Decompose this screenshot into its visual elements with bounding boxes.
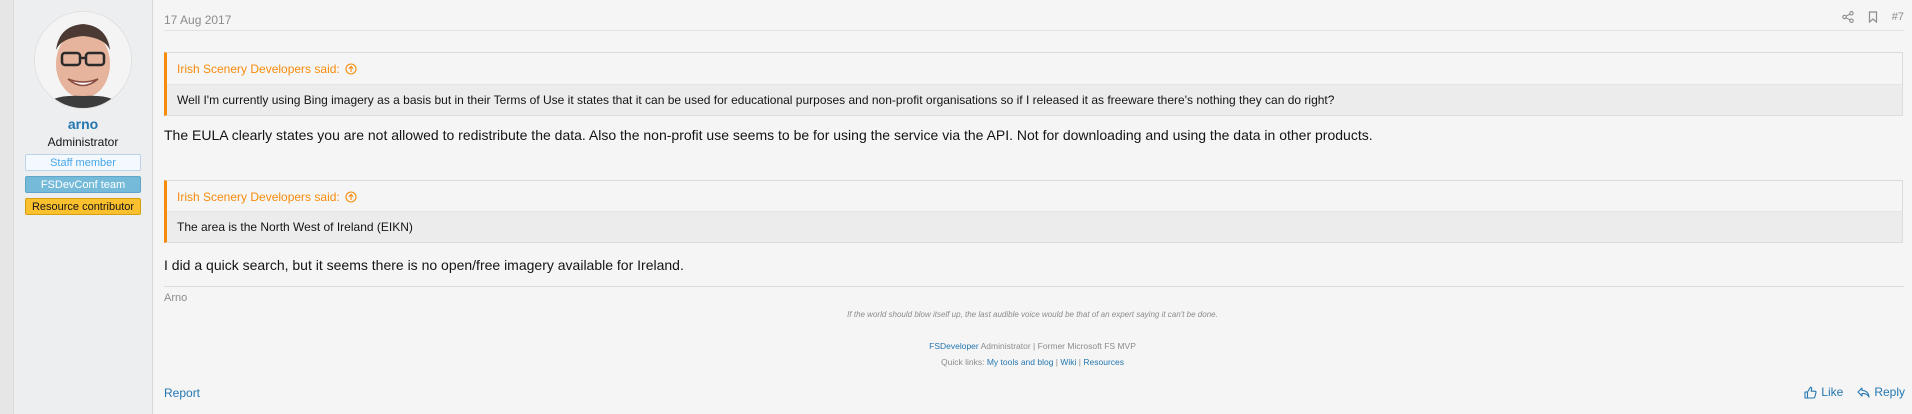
wiki-link[interactable]: Wiki <box>1060 357 1076 367</box>
signature-divider <box>164 286 1904 287</box>
signature-name: Arno <box>164 292 188 304</box>
like-button[interactable]: Like <box>1804 385 1843 399</box>
avatar[interactable] <box>35 12 131 108</box>
post-main: 17 Aug 2017 #7 Irish Scenery Developers … <box>153 0 1912 414</box>
quote-block: Irish Scenery Developers said: Well I'm … <box>164 52 1903 116</box>
post-date[interactable]: 17 Aug 2017 <box>164 13 231 27</box>
arrow-up-circle-icon <box>345 63 357 75</box>
quick-links-label: Quick links: <box>940 357 987 367</box>
quote-text: The area is the North West of Ireland (E… <box>167 211 1902 242</box>
post-actions: Like Reply <box>1804 385 1905 399</box>
username[interactable]: arno <box>14 116 152 132</box>
quote-author: Irish Scenery Developers said: <box>177 190 340 204</box>
thumbs-up-icon <box>1804 386 1817 399</box>
reply-icon <box>1857 386 1870 398</box>
reply-button[interactable]: Reply <box>1857 385 1905 399</box>
fsdeveloper-link[interactable]: FSDeveloper <box>929 341 979 351</box>
resources-link[interactable]: Resources <box>1083 357 1124 367</box>
like-label: Like <box>1821 385 1844 399</box>
avatar-photo <box>35 12 131 108</box>
post-header: 17 Aug 2017 #7 <box>164 0 1904 31</box>
post-paragraph: I did a quick search, but it seems there… <box>164 257 684 273</box>
quote-text: Well I'm currently using Bing imagery as… <box>167 84 1902 115</box>
quote-attribution[interactable]: Irish Scenery Developers said: <box>177 190 357 204</box>
user-title: Administrator <box>47 135 119 149</box>
reply-label: Reply <box>1874 385 1905 399</box>
quote-block: Irish Scenery Developers said: The area … <box>164 180 1903 243</box>
post-number[interactable]: #7 <box>1892 11 1904 23</box>
tools-and-blog-link[interactable]: My tools and blog <box>987 357 1054 367</box>
share-icon[interactable] <box>1841 11 1854 23</box>
signature-quote: If the world should blow itself up, the … <box>847 310 1218 319</box>
arrow-up-circle-icon <box>345 191 357 203</box>
report-link[interactable]: Report <box>164 386 200 400</box>
quote-attribution[interactable]: Irish Scenery Developers said: <box>177 62 357 76</box>
page: arno Administrator Staff member FSDevCon… <box>0 0 1912 414</box>
quote-author: Irish Scenery Developers said: <box>177 62 340 76</box>
user-info-column: arno Administrator Staff member FSDevCon… <box>14 0 153 414</box>
post-paragraph: The EULA clearly states you are not allo… <box>164 127 1373 143</box>
signature-role-line: FSDeveloper Administrator | Former Micro… <box>153 341 1912 351</box>
fsdevconf-team-badge: FSDevConf team <box>25 176 141 193</box>
left-sidebar-strip <box>0 0 14 414</box>
resource-contributor-badge: Resource contributor <box>25 198 141 215</box>
post-header-actions: #7 <box>1841 11 1904 23</box>
staff-member-badge: Staff member <box>25 154 141 171</box>
bookmark-icon[interactable] <box>1868 11 1878 23</box>
signature-role-text: Administrator | Former Microsoft FS MVP <box>978 341 1136 351</box>
signature-quick-links: Quick links: My tools and blog | Wiki | … <box>153 357 1912 367</box>
